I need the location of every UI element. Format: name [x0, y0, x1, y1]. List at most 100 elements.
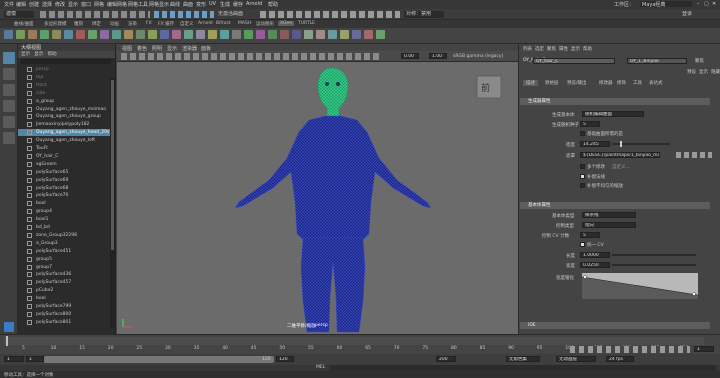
mel-label[interactable]: MEL	[316, 365, 325, 370]
select-tool-icon[interactable]	[3, 52, 15, 64]
density-field[interactable]: 14.245	[580, 141, 610, 147]
attr-tab[interactable]: 修饰	[617, 80, 626, 86]
menu-item[interactable]: 变形	[196, 1, 206, 8]
menu-item[interactable]: 网格	[94, 1, 104, 8]
move-tool-icon[interactable]	[3, 100, 15, 112]
shelf-icon[interactable]	[316, 30, 325, 39]
current-frame-field[interactable]: 1	[694, 346, 714, 352]
shelf-tab[interactable]: 多边形建模	[44, 21, 67, 27]
timeline[interactable]: 5101520253035404550556065707580859095100…	[0, 334, 720, 354]
section-ide[interactable]: IDE	[520, 322, 710, 329]
menu-item[interactable]: 选择	[42, 1, 52, 8]
outliner-item[interactable]: polySurface69	[18, 177, 110, 184]
shelf-icon[interactable]	[304, 30, 313, 39]
shelf-icon[interactable]	[292, 30, 301, 39]
shelf-tab[interactable]: TURTLE	[298, 21, 315, 26]
menu-item[interactable]: 网格显示	[149, 1, 169, 8]
width-field[interactable]: 0.0250	[580, 262, 610, 268]
range-end2-field[interactable]: 200	[436, 356, 456, 362]
prim-type-dropdown[interactable]: 样条线	[582, 212, 636, 218]
outliner-item[interactable]: persp	[18, 66, 110, 73]
attr-menu-item[interactable]: 显示	[571, 46, 580, 52]
mode-dropdown[interactable]: 建模	[4, 11, 34, 18]
outliner-item[interactable]: xgGroom	[18, 161, 110, 168]
shelf-icon[interactable]	[112, 30, 121, 39]
snap-icons[interactable]	[154, 11, 214, 18]
density-slider-handle[interactable]	[620, 141, 622, 147]
shelf-icon[interactable]	[124, 30, 133, 39]
attr-tab-active[interactable]: 描述	[523, 80, 538, 86]
shelf-tab[interactable]: 动画	[110, 21, 119, 27]
shelf-icon[interactable]	[184, 30, 193, 39]
attr-tab[interactable]: 表达式	[649, 80, 663, 86]
checkbox[interactable]	[580, 164, 585, 169]
show-button[interactable]: 显示	[699, 69, 708, 75]
shelf-icon[interactable]	[220, 30, 229, 39]
outliner-item[interactable]: group5	[18, 256, 110, 263]
outliner-scroll-thumb[interactable]	[111, 80, 114, 250]
menu-item[interactable]: 编辑	[16, 1, 26, 8]
outliner-item[interactable]: polySurface799	[18, 303, 110, 310]
shelf-icon[interactable]	[256, 30, 265, 39]
outliner-item[interactable]: top	[18, 74, 110, 81]
checkbox[interactable]	[580, 183, 585, 188]
attr-tab[interactable]: 预览/输出	[567, 80, 587, 86]
menu-item[interactable]: 网格工具	[128, 1, 148, 8]
anim-layer-dropdown[interactable]: 无动画层	[556, 356, 596, 362]
section-generator[interactable]: 生成器属性	[520, 98, 710, 105]
outliner-item[interactable]: polySurface70	[18, 192, 110, 199]
menu-item[interactable]: 修改	[55, 1, 65, 8]
shelf-icon[interactable]	[100, 30, 109, 39]
colorspace-dropdown[interactable]: sRGB gamma (legacy)	[453, 53, 503, 60]
attr-tab[interactable]: 修改器	[599, 80, 613, 86]
timeline-track[interactable]	[4, 337, 704, 345]
outliner-item[interactable]: front	[18, 82, 110, 89]
shelf-tab[interactable]: 运动图形	[256, 21, 274, 27]
outliner-menu-item[interactable]: 显示	[34, 52, 43, 57]
preset-button[interactable]: 预设	[687, 69, 696, 75]
login-button[interactable]: 登录	[682, 11, 692, 18]
mask-field[interactable]: ${DESC}/paintmaps/1_binjiao_mask	[580, 152, 660, 158]
symmetry-dropdown[interactable]: 对称：禁用	[404, 11, 444, 18]
shelf-tab[interactable]: 渲染	[128, 21, 137, 27]
shelf-icon[interactable]	[196, 30, 205, 39]
outliner-item[interactable]: bool1	[18, 216, 110, 223]
viewport[interactable]: 前 二维平移/缩放 persp	[117, 62, 518, 334]
menu-item[interactable]: Arnold	[246, 1, 262, 7]
shelf-tab[interactable]: FX	[146, 21, 152, 26]
render-icons[interactable]	[260, 11, 400, 18]
seed-field[interactable]: 5	[580, 121, 600, 127]
outliner-item[interactable]: Ouyang_agen_zhouye_left	[18, 137, 110, 144]
shelf-icon[interactable]	[52, 30, 61, 39]
outliner-item[interactable]: bool	[18, 295, 110, 302]
section-primitive[interactable]: 基本体属性	[520, 202, 710, 209]
scale-tool-icon[interactable]	[3, 132, 15, 144]
paint-select-icon[interactable]	[3, 84, 15, 96]
shelf-icon[interactable]	[376, 30, 385, 39]
length-field[interactable]: 1.0000	[580, 252, 610, 258]
outliner-item[interactable]: side	[18, 90, 110, 97]
menu-item[interactable]: 文件	[4, 1, 14, 8]
outliner-item[interactable]: Jiemaoxinyipolypoly182	[18, 121, 110, 128]
checkbox-checked[interactable]	[580, 242, 585, 247]
outliner-search-input[interactable]	[21, 59, 111, 64]
attr-menu-item[interactable]: 选定	[535, 46, 544, 52]
current-frame-marker[interactable]	[6, 336, 8, 346]
range-bar[interactable]	[44, 356, 274, 363]
menu-item[interactable]: 缓存	[233, 1, 243, 8]
viewport-toolbar-icons[interactable]	[121, 53, 381, 60]
outliner-item[interactable]: pCube2	[18, 287, 110, 294]
outliner-item[interactable]: Ouyang_agen_zhouye_meimao	[18, 106, 110, 113]
shelf-icon[interactable]	[88, 30, 97, 39]
outliner-item[interactable]: zone_Group32298	[18, 232, 110, 239]
shelf-icon[interactable]	[208, 30, 217, 39]
outliner-item[interactable]: bool	[18, 200, 110, 207]
outliner-item[interactable]: polySurface457	[18, 279, 110, 286]
shelf-icon[interactable]	[76, 30, 85, 39]
shelf-tab[interactable]: 自定义	[180, 21, 194, 27]
ctrl-type-dropdown[interactable]: 指向	[582, 222, 636, 228]
outliner-menu-item[interactable]: 显示	[21, 52, 30, 57]
width-slider[interactable]	[612, 264, 696, 266]
shelf-icon[interactable]	[64, 30, 73, 39]
length-slider[interactable]	[612, 254, 696, 256]
